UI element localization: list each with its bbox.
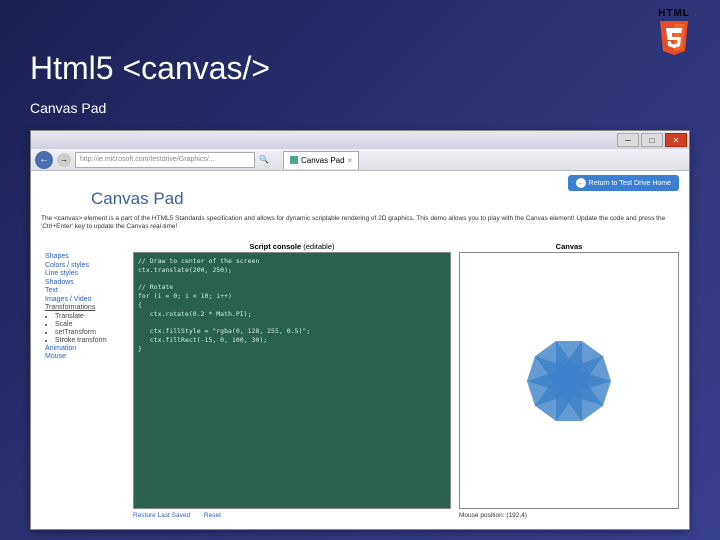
browser-navbar: ← → http://ie.microsoft.com/testdrive/Gr… [31,149,689,171]
sidebar-item-mouse[interactable]: Mouse [41,353,133,360]
canvas-output [459,252,679,509]
canvas-column: Canvas Mouse position: [459,241,679,519]
tab-title: Canvas Pad [301,156,345,165]
content-row: Shapes Colors / styles Line styles Shado… [41,241,679,519]
sidebar-item-shapes[interactable]: Shapes [41,253,133,260]
url-bar[interactable]: http://ie.microsoft.com/testdrive/Graphi… [75,152,255,168]
browser-tab[interactable]: Canvas Pad × [283,151,359,169]
forward-button[interactable]: → [57,153,71,167]
sidebar-sublist: Translate Scale setTransform Stroke tran… [41,313,133,344]
window-titlebar: ─ □ ✕ [31,131,689,149]
page-content: ← Return to Test Drive Home Canvas Pad T… [31,171,689,529]
console-footer: Restore Last Saved Reset [133,509,451,519]
maximize-button[interactable]: □ [641,133,663,147]
sidebar-item-images[interactable]: Images / Video [41,296,133,303]
mouse-position: Mouse position: (192,4) [459,509,679,519]
sidebar-item-colors[interactable]: Colors / styles [41,262,133,269]
arrow-left-icon: ← [576,178,586,188]
restore-link[interactable]: Restore Last Saved [133,512,190,519]
logo-text: HTML [658,8,690,19]
sidebar-item-transformations[interactable]: Transformations [41,304,133,311]
slide-title: Html5 <canvas/> [30,50,270,87]
return-label: Return to Test Drive Home [589,180,671,187]
page-title: Canvas Pad [91,189,184,209]
browser-window: ─ □ ✕ ← → http://ie.microsoft.com/testdr… [30,130,690,530]
html5-shield-icon [658,21,690,57]
reset-link[interactable]: Reset [204,512,221,519]
script-console[interactable]: // Draw to center of the screen ctx.tran… [133,252,451,509]
canvas-header: Canvas [459,241,679,252]
return-home-button[interactable]: ← Return to Test Drive Home [568,175,679,191]
sidebar-item-linestyles[interactable]: Line styles [41,270,133,277]
sidebar-item-animation[interactable]: Animation [41,345,133,352]
slide-subtitle: Canvas Pad [30,100,106,116]
close-button[interactable]: ✕ [665,133,687,147]
sidebar: Shapes Colors / styles Line styles Shado… [41,241,133,519]
sidebar-sub-settransform[interactable]: setTransform [55,329,133,336]
minimize-button[interactable]: ─ [617,133,639,147]
search-icon: 🔍 [259,155,269,164]
page-description: The <canvas> element is a part of the HT… [41,215,679,232]
sidebar-sub-stroketransform[interactable]: Stroke transform [55,337,133,344]
sidebar-sub-scale[interactable]: Scale [55,321,133,328]
back-button[interactable]: ← [35,151,53,169]
script-console-header: Script console (editable) [133,241,451,252]
html5-logo: HTML [658,8,690,62]
tab-favicon-icon [290,156,298,164]
tab-close-icon[interactable]: × [348,156,353,165]
script-console-column: Script console (editable) // Draw to cen… [133,241,451,519]
sidebar-item-shadows[interactable]: Shadows [41,279,133,286]
sidebar-sub-translate[interactable]: Translate [55,313,133,320]
sidebar-item-text[interactable]: Text [41,287,133,294]
